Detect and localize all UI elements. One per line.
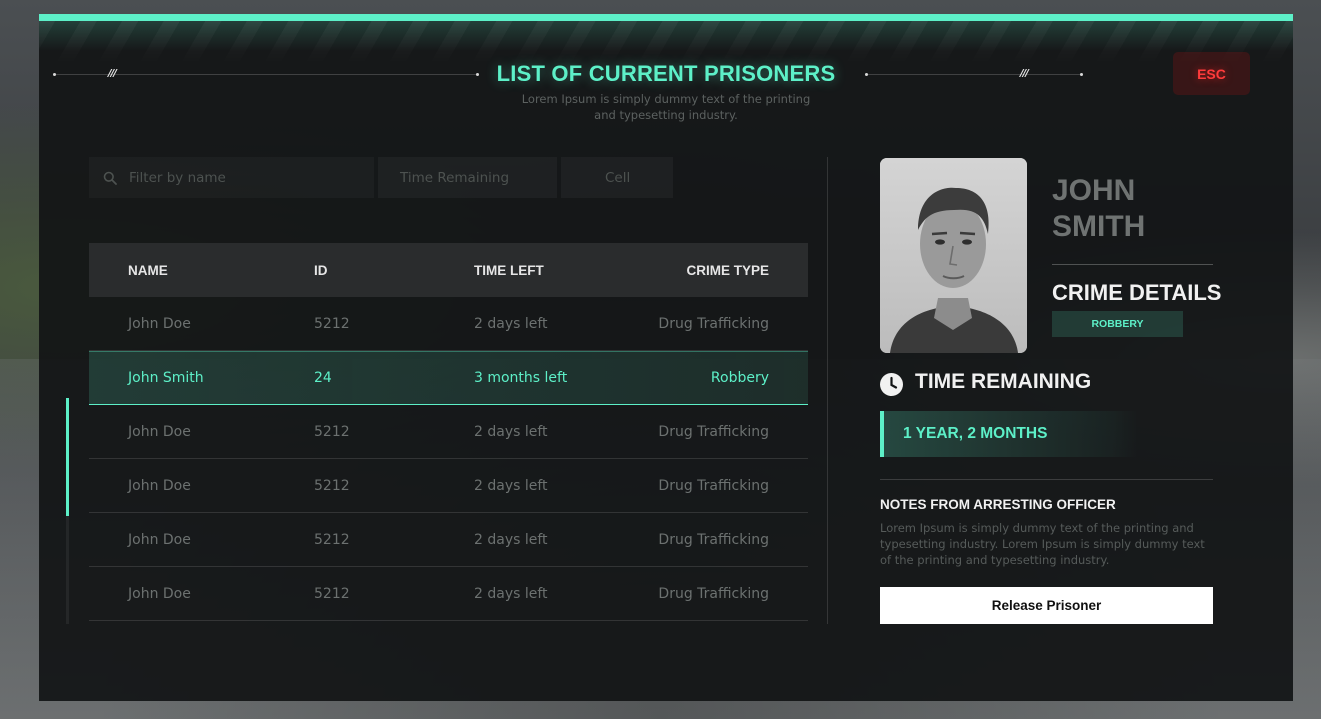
- cell-time-left: 2 days left: [474, 477, 548, 494]
- prisoner-first-name: JOHN: [1052, 174, 1136, 207]
- cell-crime-type: Drug Trafficking: [658, 585, 769, 602]
- notes-title: NOTES FROM ARRESTING OFFICER: [880, 497, 1116, 512]
- cell-name: John Doe: [128, 531, 191, 548]
- cell-name: John Doe: [128, 477, 191, 494]
- search-field[interactable]: [89, 157, 374, 198]
- cell-time-left: 2 days left: [474, 423, 548, 440]
- cell-filter[interactable]: Cell: [561, 157, 673, 198]
- cell-id: 5212: [314, 585, 350, 602]
- cell-id: 5212: [314, 315, 350, 332]
- time-remaining-filter[interactable]: Time Remaining: [378, 157, 557, 198]
- section-divider: [880, 479, 1213, 480]
- table-row[interactable]: John Doe 5212 2 days left Drug Trafficki…: [89, 459, 808, 513]
- mugshot-portrait: [880, 158, 1027, 353]
- cell-name: John Doe: [128, 315, 191, 332]
- cell-crime-type: Drug Trafficking: [658, 477, 769, 494]
- scrollbar-thumb[interactable]: [66, 398, 69, 516]
- prisoner-last-name: SMITH: [1052, 210, 1146, 243]
- cell-crime-type: Drug Trafficking: [658, 315, 769, 332]
- table-row[interactable]: John Doe 5212 2 days left Drug Trafficki…: [89, 405, 808, 459]
- cell-time-left: 3 months left: [474, 370, 568, 386]
- cell-name: John Doe: [128, 585, 191, 602]
- name-divider: [1052, 264, 1213, 265]
- cell-time-left: 2 days left: [474, 315, 548, 332]
- table-row[interactable]: John Doe 5212 2 days left Drug Trafficki…: [89, 513, 808, 567]
- cell-id: 5212: [314, 477, 350, 494]
- table-row[interactable]: John Doe 5212 2 days left Drug Trafficki…: [89, 567, 808, 621]
- release-prisoner-button[interactable]: Release Prisoner: [880, 587, 1213, 624]
- hazard-stripes: [39, 21, 1293, 66]
- cell-id: 24: [314, 370, 332, 386]
- table-header: NAME ID TIME LEFT CRIME TYPE: [89, 243, 808, 297]
- cell-crime-type: Drug Trafficking: [658, 531, 769, 548]
- table-row-selected[interactable]: John Smith 24 3 months left Robbery: [89, 351, 808, 405]
- column-header-name[interactable]: NAME: [89, 263, 314, 278]
- search-input[interactable]: [129, 169, 349, 186]
- prisoner-name: JOHN SMITH: [1052, 173, 1222, 245]
- column-header-time-left[interactable]: TIME LEFT: [474, 263, 644, 278]
- page-title: LIST OF CURRENT PRISONERS: [496, 61, 836, 86]
- column-header-crime-type[interactable]: CRIME TYPE: [644, 263, 769, 278]
- prisoner-photo: [880, 158, 1027, 353]
- esc-button[interactable]: ESC: [1173, 52, 1250, 95]
- time-remaining-title: TIME REMAINING: [915, 370, 1092, 393]
- cell-id: 5212: [314, 423, 350, 440]
- prisoner-list-panel: /// /// LIST OF CURRENT PRISONERS Lorem …: [39, 14, 1293, 701]
- prisoner-table: NAME ID TIME LEFT CRIME TYPE John Doe 52…: [89, 243, 808, 621]
- table-row[interactable]: John Doe 5212 2 days left Drug Trafficki…: [89, 297, 808, 351]
- search-icon: [103, 171, 117, 185]
- cell-name: John Doe: [128, 423, 191, 440]
- time-remaining-value: 1 YEAR, 2 MONTHS: [880, 411, 1138, 457]
- column-header-id[interactable]: ID: [314, 263, 474, 278]
- cell-name: John Smith: [128, 370, 204, 386]
- crime-badge: ROBBERY: [1052, 311, 1183, 337]
- page-subtitle: Lorem Ipsum is simply dummy text of the …: [521, 92, 811, 122]
- cell-crime-type: Robbery: [710, 370, 769, 386]
- cell-time-left: 2 days left: [474, 531, 548, 548]
- notes-text: Lorem Ipsum is simply dummy text of the …: [880, 521, 1205, 567]
- crime-details-title: CRIME DETAILS: [1052, 280, 1222, 305]
- cell-crime-type: Drug Trafficking: [658, 423, 769, 440]
- cell-id: 5212: [314, 531, 350, 548]
- vertical-divider: [827, 157, 828, 624]
- filter-bar: Time Remaining Cell: [89, 157, 673, 198]
- cell-time-left: 2 days left: [474, 585, 548, 602]
- clock-icon: [880, 373, 903, 396]
